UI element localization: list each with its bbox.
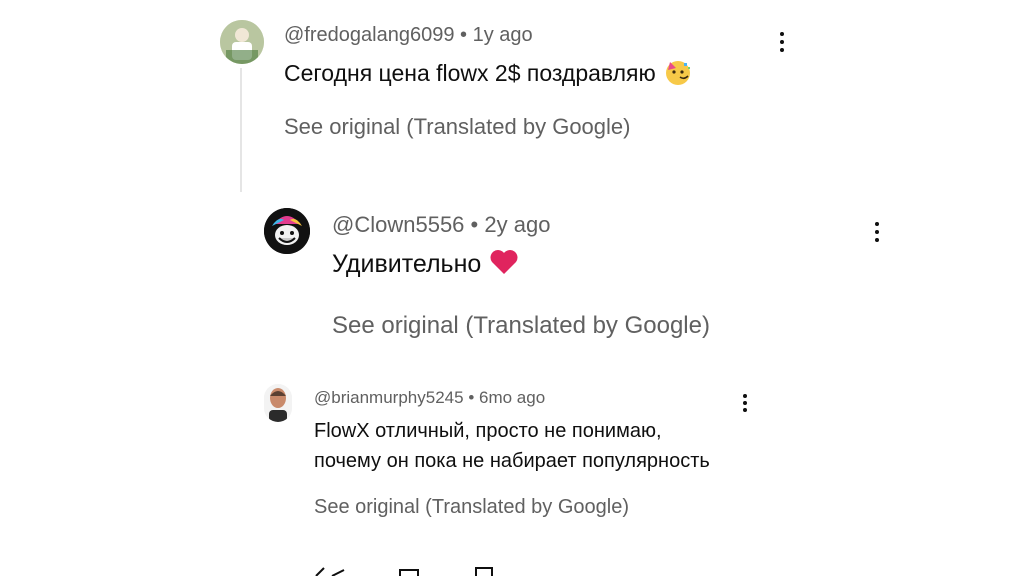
- more-options-icon[interactable]: [869, 218, 885, 246]
- see-original-link[interactable]: See original (Translated by Google): [284, 114, 630, 140]
- comment-2: @Clown5556 • 2y ago Удивительно See orig…: [0, 190, 1024, 360]
- see-original-link[interactable]: See original (Translated by Google): [332, 312, 710, 340]
- user-avatar-icon: [220, 20, 264, 64]
- see-original-link[interactable]: See original (Translated by Google): [314, 496, 629, 519]
- comment-author[interactable]: @Clown5556: [332, 212, 464, 237]
- clown-avatar-icon: [264, 208, 310, 254]
- comment-actions-bar: [310, 566, 610, 576]
- comment-body: Удивительно: [332, 250, 482, 279]
- avatar[interactable]: [264, 384, 292, 422]
- comment-1: @fredogalang6099 • 1y ago Сегодня цена f…: [0, 0, 1024, 190]
- comment-meta: @fredogalang6099 • 1y ago: [284, 24, 533, 47]
- comment-body-line: почему он пока не набирает популярность: [314, 450, 710, 472]
- red-heart-icon: [489, 248, 519, 283]
- comment-author[interactable]: @brianmurphy5245: [314, 388, 464, 407]
- reply-icon[interactable]: [474, 566, 494, 576]
- party-face-icon: [664, 58, 692, 92]
- like-icon[interactable]: [314, 566, 350, 576]
- comment-body: Сегодня цена flowx 2$ поздравляю: [284, 60, 656, 87]
- comment-text: Удивительно: [332, 248, 519, 283]
- meta-separator: •: [470, 212, 479, 237]
- dislike-icon[interactable]: [398, 568, 422, 576]
- comment-text: Сегодня цена flowx 2$ поздравляю: [284, 58, 692, 92]
- user-avatar-icon: [264, 384, 292, 422]
- comment-text: FlowX отличный, просто не понимаю, почем…: [314, 416, 710, 476]
- more-options-icon[interactable]: [774, 28, 790, 56]
- comment-body-line: FlowX отличный, просто не понимаю,: [314, 420, 662, 442]
- comment-3: @brianmurphy5245 • 6mo ago FlowX отличны…: [0, 370, 1024, 560]
- meta-separator: •: [468, 388, 475, 407]
- comment-age: 2y ago: [484, 212, 551, 237]
- more-options-icon[interactable]: [737, 390, 753, 418]
- comment-meta: @brianmurphy5245 • 6mo ago: [314, 388, 545, 408]
- comment-age: 6mo ago: [479, 388, 546, 407]
- comment-author[interactable]: @fredogalang6099: [284, 24, 454, 46]
- meta-separator: •: [460, 24, 468, 46]
- comment-age: 1y ago: [472, 24, 533, 46]
- avatar[interactable]: [220, 20, 264, 64]
- avatar[interactable]: [264, 208, 310, 254]
- comment-meta: @Clown5556 • 2y ago: [332, 212, 550, 238]
